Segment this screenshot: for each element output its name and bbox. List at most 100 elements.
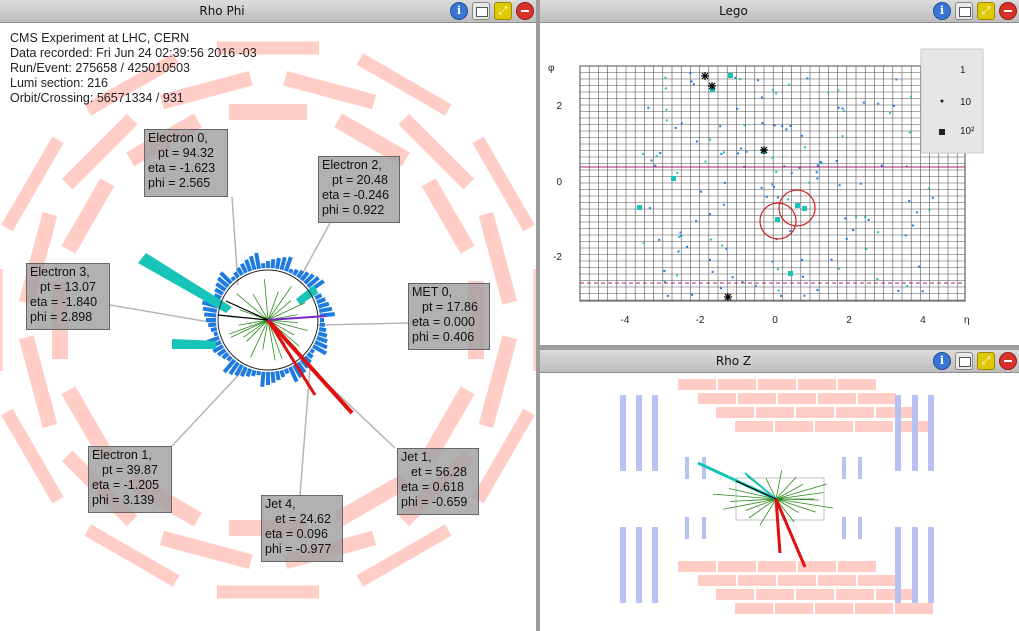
energy-cell [837,89,840,92]
maximize-icon[interactable]: ⤢ [977,2,995,20]
label-jet-1[interactable]: Jet 1, et = 56.28 eta = 0.618 phi = -0.6… [397,448,479,515]
rho-z-canvas[interactable] [540,373,1019,631]
save-image-icon[interactable] [955,2,973,20]
grid-frame [579,65,966,302]
lego-canvas[interactable]: -4 -2 0 2 4 2 0 -2 φ η 1 10 10² [540,23,1019,345]
muon-chamber [398,113,475,190]
x-tick-label: -4 [621,315,630,326]
energy-cell [734,76,737,79]
energy-cell [686,245,689,248]
close-icon[interactable] [999,352,1017,370]
hcal-tower [279,256,287,271]
hcal-tower [296,269,305,279]
energy-cell [916,211,919,214]
energy-cell [889,112,892,115]
energy-cell [841,135,844,138]
energy-cell [720,287,723,290]
info-icon[interactable]: i [933,352,951,370]
energy-cell [725,247,728,250]
energy-cell [776,268,779,271]
muon-chamber [0,269,3,371]
hcal-tower [210,327,218,333]
rho-phi-canvas[interactable]: CMS Experiment at LHC, CERN Data recorde… [0,23,536,631]
rho-z-titlebar[interactable]: Rho Z i ⤢ [540,350,1019,373]
energy-cell [819,160,822,163]
barrel-chamber [838,379,876,390]
barrel-chamber [796,407,834,418]
barrel-chamber [836,407,874,418]
muon-chamber [18,335,58,428]
lego-drawing[interactable]: -4 -2 0 2 4 2 0 -2 φ η 1 10 10² [540,23,1019,345]
lego-titlebar[interactable]: Lego i ⤢ [540,0,1019,23]
barrel-chamber [796,589,834,600]
energy-cell [700,190,703,193]
energy-cell [775,92,778,95]
maximize-icon[interactable]: ⤢ [977,352,995,370]
label-electron-2[interactable]: Electron 2, pt = 20.48 eta = -0.246 phi … [318,156,400,223]
muon-chamber [61,113,138,190]
eta-axis-label: η [964,315,970,326]
energy-cell [852,228,855,231]
track [236,293,269,321]
energy-cell [931,196,934,199]
energy-cell [804,146,807,149]
energy-cell [880,164,883,167]
energy-cell [663,280,666,283]
muon-chamber [283,70,376,110]
energy-cell [859,182,862,185]
energy-cell [844,217,847,220]
muon-chamber [217,585,319,599]
endcap-chamber [652,527,658,603]
energy-cell [862,101,865,104]
hcal-tower [226,355,233,362]
info-icon[interactable]: i [450,2,468,20]
label-electron-3[interactable]: Electron 3, pt = 13.07 eta = -1.840 phi … [26,263,110,330]
track [759,498,777,526]
barrel-chamber [758,561,796,572]
rho-z-muon-chambers [620,379,934,614]
label-jet-4[interactable]: Jet 4, et = 24.62 eta = 0.096 phi = -0.9… [261,495,343,562]
energy-cell [904,234,907,237]
barrel-chamber [738,393,776,404]
barrel-chamber [756,407,794,418]
energy-cell [843,109,846,112]
save-image-icon[interactable] [472,2,490,20]
energy-cell [728,73,733,78]
energy-cell [642,152,645,155]
barrel-chamber [698,393,736,404]
eta-phi-grid [579,65,966,302]
hcal-tower [248,255,257,271]
endcap-chamber [620,395,626,471]
label-electron-0[interactable]: Electron 0, pt = 94.32 eta = -1.623 phi … [144,129,228,197]
energy-cell [835,160,838,163]
rho-phi-view: Rho Phi i ⤢ CMS Experiment at LHC, CERN … [0,0,536,631]
energy-cell [895,78,898,81]
rho-phi-titlebar[interactable]: Rho Phi i ⤢ [0,0,536,23]
close-icon[interactable] [999,2,1017,20]
save-image-icon[interactable] [955,352,973,370]
energy-cell [777,289,780,292]
info-icon[interactable]: i [933,2,951,20]
label-met-0[interactable]: MET 0, pt = 17.86 eta = 0.000 phi = 0.40… [408,283,490,350]
label-electron-1[interactable]: Electron 1, pt = 39.87 eta = -1.205 phi … [88,446,172,513]
energy-cell [720,152,723,155]
barrel-chamber [815,421,853,432]
rho-z-drawing[interactable] [540,373,1019,631]
maximize-icon[interactable]: ⤢ [494,2,512,20]
energy-cell [785,128,788,131]
energy-cell [757,79,760,82]
close-icon[interactable] [516,2,534,20]
legend-label-100: 10² [960,126,975,137]
energy-cell [678,235,681,238]
barrel-chamber [818,575,856,586]
energy-cell [855,215,858,218]
endcap-chamber [928,527,934,603]
hcal-tower [236,267,244,276]
energy-cell [867,218,870,221]
hcal-tower [256,370,261,376]
energy-cell [665,119,668,122]
energy-cell [690,80,693,83]
barrel-chamber [855,603,893,614]
barrel-chamber [858,575,896,586]
track [775,492,824,500]
